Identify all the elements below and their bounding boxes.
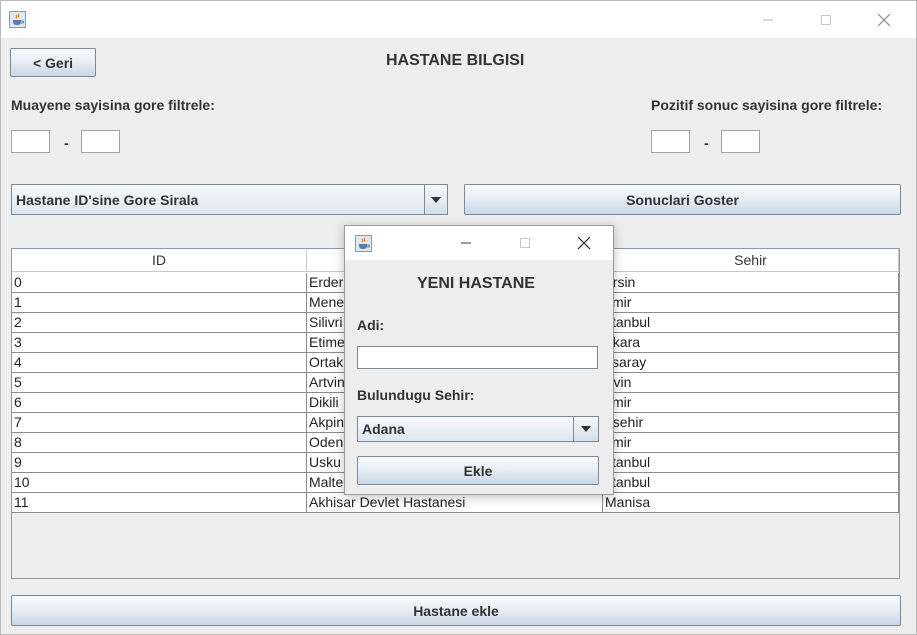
cell-city: ksaray: [603, 353, 899, 373]
examination-min-field[interactable]: [11, 130, 50, 153]
cell-city: stanbul: [603, 453, 899, 473]
cell-name: Akhisar Devlet Hastanesi: [307, 493, 603, 513]
examination-max-field[interactable]: [81, 130, 120, 153]
cell-id: 8: [12, 433, 307, 453]
dialog-add-button[interactable]: Ekle: [357, 456, 599, 485]
dialog-close-button[interactable]: [561, 226, 607, 260]
java-cup-icon: [355, 235, 372, 252]
column-header-city[interactable]: Sehir: [603, 249, 899, 272]
hospital-name-field[interactable]: [357, 346, 598, 369]
chevron-down-icon: [581, 426, 591, 432]
dialog-title-bar: [345, 226, 613, 260]
minimize-button[interactable]: [745, 1, 791, 38]
cell-city: stanbul: [603, 313, 899, 333]
cell-id: 3: [12, 333, 307, 353]
column-header-id[interactable]: ID: [12, 249, 307, 272]
page-title: HASTANE BILGISI: [386, 52, 525, 69]
cell-id: 1: [12, 293, 307, 313]
sort-dropdown[interactable]: Hastane ID'sine Gore Sirala: [11, 184, 448, 215]
cell-id: 6: [12, 393, 307, 413]
cell-id: 9: [12, 453, 307, 473]
title-bar: [1, 1, 916, 38]
cell-id: 5: [12, 373, 307, 393]
cell-city: zmir: [603, 393, 899, 413]
cell-id: 2: [12, 313, 307, 333]
cell-city: nkara: [603, 333, 899, 353]
main-window: < Geri HASTANE BILGISI Muayene sayisina …: [0, 0, 917, 635]
dialog-title: YENI HASTANE: [417, 275, 535, 292]
back-button[interactable]: < Geri: [10, 48, 96, 77]
cell-id: 0: [12, 273, 307, 293]
show-results-button[interactable]: Sonuclari Goster: [464, 184, 901, 215]
table-row[interactable]: 11 Akhisar Devlet Hastanesi Manisa: [12, 493, 899, 513]
hospital-city-label: Bulundugu Sehir:: [357, 387, 475, 403]
close-icon: [577, 236, 591, 250]
cell-city: stanbul: [603, 473, 899, 493]
examination-filter-label: Muayene sayisina gore filtrele:: [11, 97, 215, 113]
cell-id: 10: [12, 473, 307, 493]
minimize-icon: [461, 242, 471, 244]
sort-dropdown-arrow[interactable]: [424, 185, 447, 214]
city-dropdown[interactable]: Adana: [357, 416, 599, 442]
positive-range-dash: -: [704, 135, 709, 151]
java-cup-icon: [9, 11, 26, 28]
cell-id: 7: [12, 413, 307, 433]
positive-max-field[interactable]: [721, 130, 760, 153]
maximize-icon: [520, 238, 530, 248]
maximize-button[interactable]: [803, 1, 849, 38]
close-icon: [877, 13, 891, 26]
city-selected-value: Adana: [362, 421, 405, 437]
examination-range-dash: -: [64, 135, 69, 151]
cell-city: rtvin: [603, 373, 899, 393]
cell-city: irsehir: [603, 413, 899, 433]
hospital-name-label: Adi:: [357, 317, 385, 333]
dialog-minimize-button[interactable]: [443, 226, 489, 260]
maximize-icon: [821, 14, 831, 25]
cell-id: 4: [12, 353, 307, 373]
add-hospital-button[interactable]: Hastane ekle: [11, 595, 901, 626]
positive-min-field[interactable]: [651, 130, 690, 153]
sort-selected-value: Hastane ID'sine Gore Sirala: [16, 191, 199, 208]
minimize-icon: [763, 19, 773, 20]
cell-city: ersin: [603, 273, 899, 293]
new-hospital-dialog: YENI HASTANE Adi: Bulundugu Sehir: Adana…: [344, 225, 614, 495]
cell-city: zmir: [603, 293, 899, 313]
cell-id: 11: [12, 493, 307, 513]
cell-city: zmir: [603, 433, 899, 453]
city-dropdown-arrow[interactable]: [573, 417, 598, 441]
close-button[interactable]: [861, 1, 907, 38]
dialog-maximize-button[interactable]: [502, 226, 548, 260]
chevron-down-icon: [431, 196, 441, 203]
positive-filter-label: Pozitif sonuc sayisina gore filtrele:: [651, 97, 883, 113]
cell-city: Manisa: [603, 493, 899, 513]
